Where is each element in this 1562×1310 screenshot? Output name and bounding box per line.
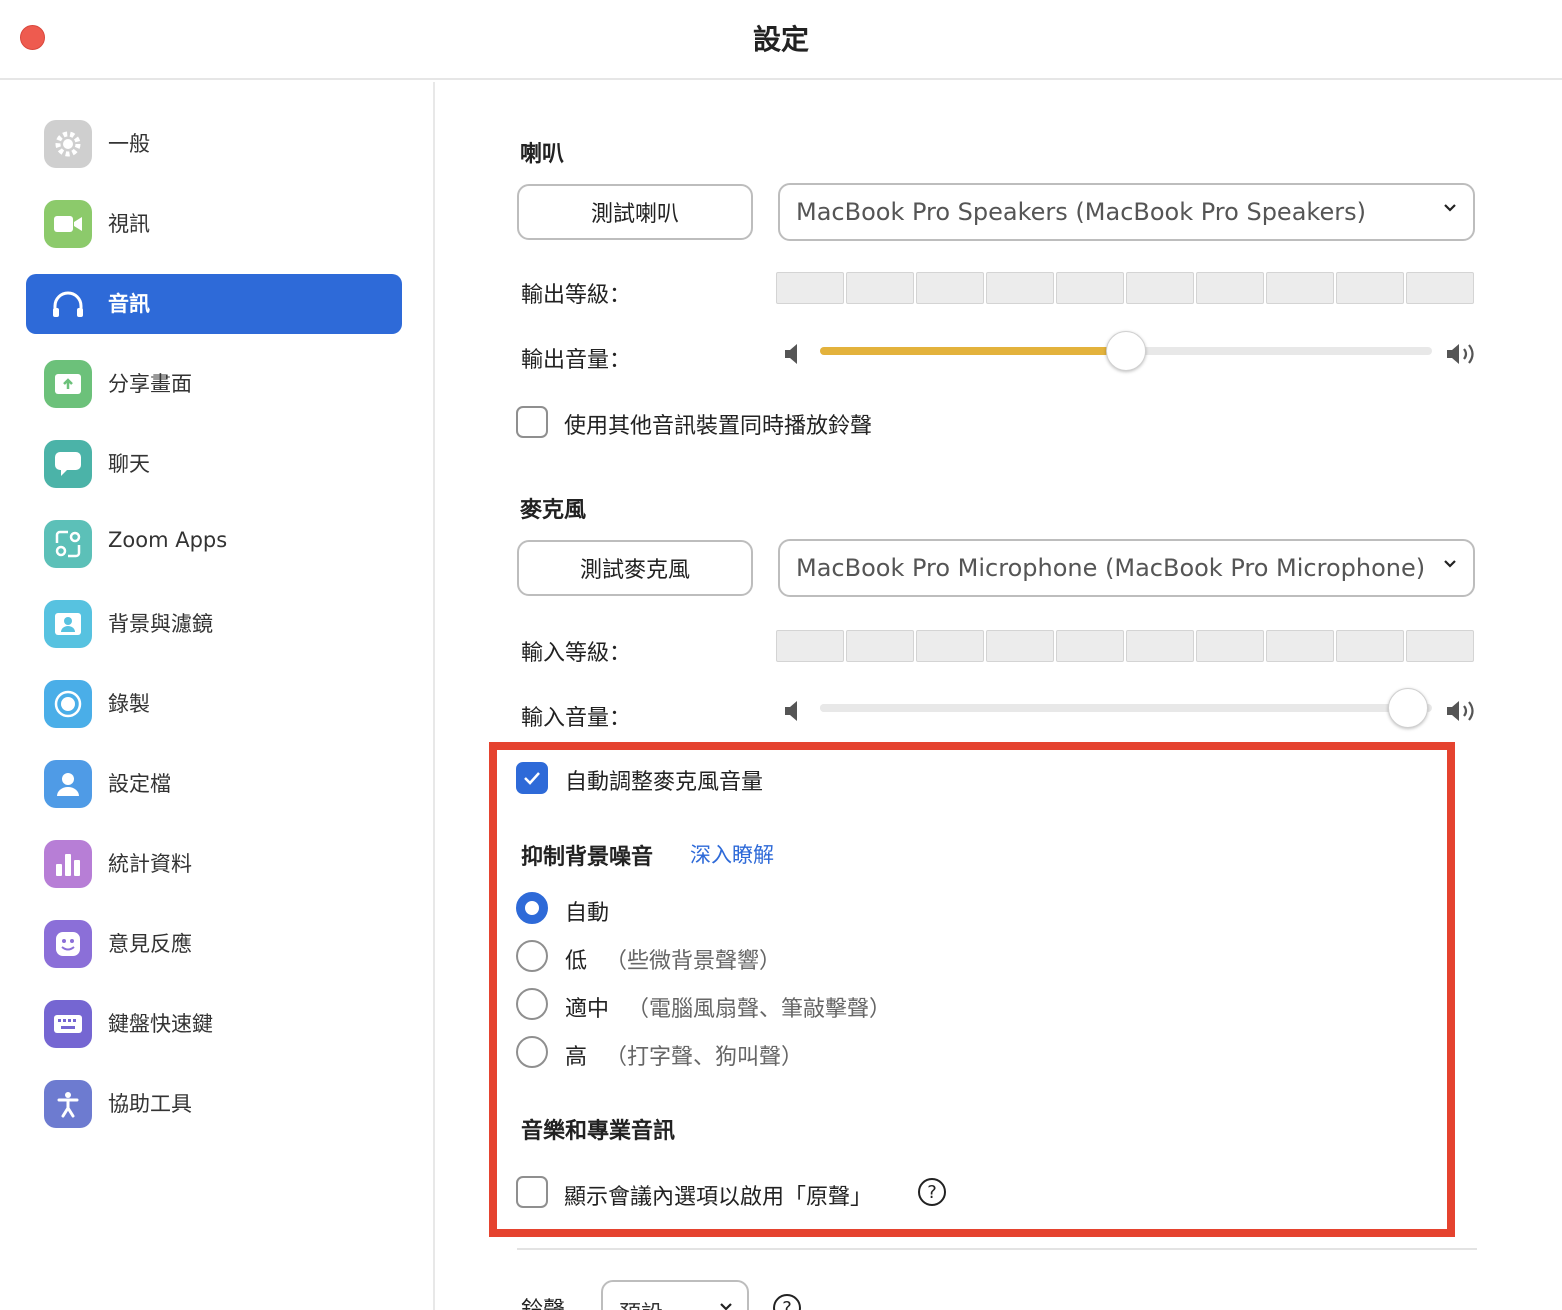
ringtone-value: 預設	[619, 1302, 663, 1310]
sidebar-item-accessibility[interactable]: 協助工具	[26, 1074, 402, 1134]
sidebar-item-label: 音訊	[108, 292, 150, 316]
input-volume-fill	[820, 704, 1408, 712]
noise-option-medium-desc: （電腦風扇聲、筆敲擊聲）	[627, 997, 892, 1022]
accessibility-icon	[44, 1080, 92, 1128]
share-screen-icon	[44, 360, 92, 408]
auto-adjust-mic-label: 自動調整麥克風音量	[565, 770, 764, 795]
sidebar-item-recording[interactable]: 錄製	[26, 674, 402, 734]
speaker-device-select[interactable]: MacBook Pro Speakers (MacBook Pro Speake…	[778, 183, 1475, 241]
sidebar-item-label: 設定檔	[108, 772, 171, 796]
noise-option-low-radio[interactable]	[516, 940, 548, 972]
sidebar-item-label: 視訊	[108, 212, 150, 236]
sidebar-item-statistics[interactable]: 統計資料	[26, 834, 402, 894]
window-title: 設定	[752, 23, 809, 56]
learn-more-link[interactable]: 深入瞭解	[690, 839, 774, 869]
music-audio-title: 音樂和專業音訊	[521, 1119, 676, 1144]
noise-option-high-label: 高	[565, 1045, 588, 1070]
output-level-label: 輸出等級：	[521, 283, 632, 308]
noise-option-low-label: 低	[565, 949, 588, 974]
input-volume-label: 輸入音量：	[521, 706, 632, 731]
speaker-device-value: MacBook Pro Speakers (MacBook Pro Speake…	[796, 198, 1366, 226]
sidebar-item-share-screen[interactable]: 分享畫面	[26, 354, 402, 414]
original-sound-checkbox[interactable]	[516, 1176, 548, 1208]
apps-icon	[44, 520, 92, 568]
noise-option-low-desc: （些微背景聲響）	[605, 949, 782, 974]
ringtone-help-icon[interactable]: ?	[773, 1294, 801, 1310]
noise-option-medium-radio[interactable]	[516, 988, 548, 1020]
chat-bubble-icon	[44, 440, 92, 488]
keyboard-icon	[44, 1000, 92, 1048]
record-icon	[44, 680, 92, 728]
chevron-down-icon	[720, 1303, 732, 1310]
noise-option-medium-label: 適中	[565, 997, 610, 1022]
sidebar-item-label: 意見反應	[108, 932, 192, 956]
output-volume-thumb[interactable]	[1106, 331, 1146, 371]
background-portrait-icon	[44, 600, 92, 648]
input-level-label: 輸入等級：	[521, 641, 632, 666]
checkmark-icon	[524, 772, 540, 785]
chevron-down-icon	[1444, 560, 1456, 568]
ring-other-devices-label: 使用其他音訊裝置同時播放鈴聲	[564, 414, 873, 439]
audio-settings-panel: 喇叭 測試喇叭 MacBook Pro Speakers (MacBook Pr…	[437, 82, 1562, 1310]
sidebar-item-feedback[interactable]: 意見反應	[26, 914, 402, 974]
video-camera-icon	[44, 200, 92, 248]
statistics-icon	[44, 840, 92, 888]
sidebar-item-general[interactable]: 一般	[26, 114, 402, 174]
test-microphone-button[interactable]: 測試麥克風	[517, 540, 753, 596]
profile-icon	[44, 760, 92, 808]
input-volume-thumb[interactable]	[1387, 688, 1428, 728]
output-volume-label: 輸出音量：	[521, 348, 632, 373]
sidebar-item-keyboard-shortcuts[interactable]: 鍵盤快速鍵	[26, 994, 402, 1054]
noise-option-high-radio[interactable]	[516, 1036, 548, 1068]
input-level-meter	[776, 630, 1474, 662]
sidebar-item-audio[interactable]: 音訊	[26, 274, 402, 334]
microphone-device-select[interactable]: MacBook Pro Microphone (MacBook Pro Micr…	[778, 539, 1475, 597]
sidebar-item-label: 分享畫面	[108, 372, 192, 396]
ringtone-select[interactable]: 預設	[601, 1280, 749, 1310]
mic-volume-high-icon	[1447, 701, 1474, 721]
gear-icon	[44, 120, 92, 168]
title-bar: 設定	[0, 0, 1562, 80]
headphones-icon	[44, 280, 92, 328]
sidebar-item-label: 背景與濾鏡	[108, 612, 213, 636]
sidebar-item-label: 統計資料	[108, 852, 192, 876]
sidebar: 一般 視訊 音訊 分享畫面 聊天 Zoom Apps 背景與濾鏡 錄製 設定檔 …	[0, 82, 435, 1310]
auto-adjust-mic-checkbox[interactable]	[516, 762, 548, 794]
speaker-mute-icon	[785, 344, 797, 364]
sidebar-item-background-filters[interactable]: 背景與濾鏡	[26, 594, 402, 654]
noise-option-auto-label: 自動	[565, 901, 610, 926]
ring-other-devices-checkbox[interactable]	[516, 406, 548, 438]
speaker-loud-icon	[1447, 344, 1474, 364]
sidebar-item-label: 一般	[108, 132, 150, 156]
sidebar-item-label: 鍵盤快速鍵	[108, 1012, 213, 1036]
noise-suppression-title: 抑制背景噪音	[521, 845, 654, 870]
section-divider	[517, 1248, 1477, 1250]
sidebar-item-video[interactable]: 視訊	[26, 194, 402, 254]
sidebar-item-zoom-apps[interactable]: Zoom Apps	[26, 514, 402, 574]
sidebar-item-label: 聊天	[108, 452, 150, 476]
original-sound-label: 顯示會議內選項以啟用「原聲」	[564, 1185, 873, 1210]
sidebar-item-label: 協助工具	[108, 1092, 192, 1116]
input-volume-slider[interactable]	[820, 704, 1432, 712]
sidebar-item-label: 錄製	[108, 692, 150, 716]
highlight-annotation-box	[489, 742, 1455, 1237]
feedback-smile-icon	[44, 920, 92, 968]
output-volume-fill	[820, 347, 1126, 355]
microphone-device-value: MacBook Pro Microphone (MacBook Pro Micr…	[796, 554, 1426, 582]
sidebar-item-profile[interactable]: 設定檔	[26, 754, 402, 814]
sidebar-item-chat[interactable]: 聊天	[26, 434, 402, 494]
output-level-meter	[776, 272, 1474, 304]
sidebar-item-label: Zoom Apps	[108, 528, 228, 552]
noise-option-high-desc: （打字聲、狗叫聲）	[605, 1045, 804, 1070]
test-speaker-button[interactable]: 測試喇叭	[517, 184, 753, 240]
speaker-section-title: 喇叭	[520, 142, 565, 167]
help-icon[interactable]: ?	[918, 1178, 946, 1206]
ringtone-label: 鈴聲	[521, 1292, 565, 1310]
noise-option-auto-radio[interactable]	[516, 892, 548, 924]
microphone-section-title: 麥克風	[520, 498, 587, 523]
mic-volume-low-icon	[785, 701, 797, 721]
chevron-down-icon	[1444, 204, 1456, 212]
